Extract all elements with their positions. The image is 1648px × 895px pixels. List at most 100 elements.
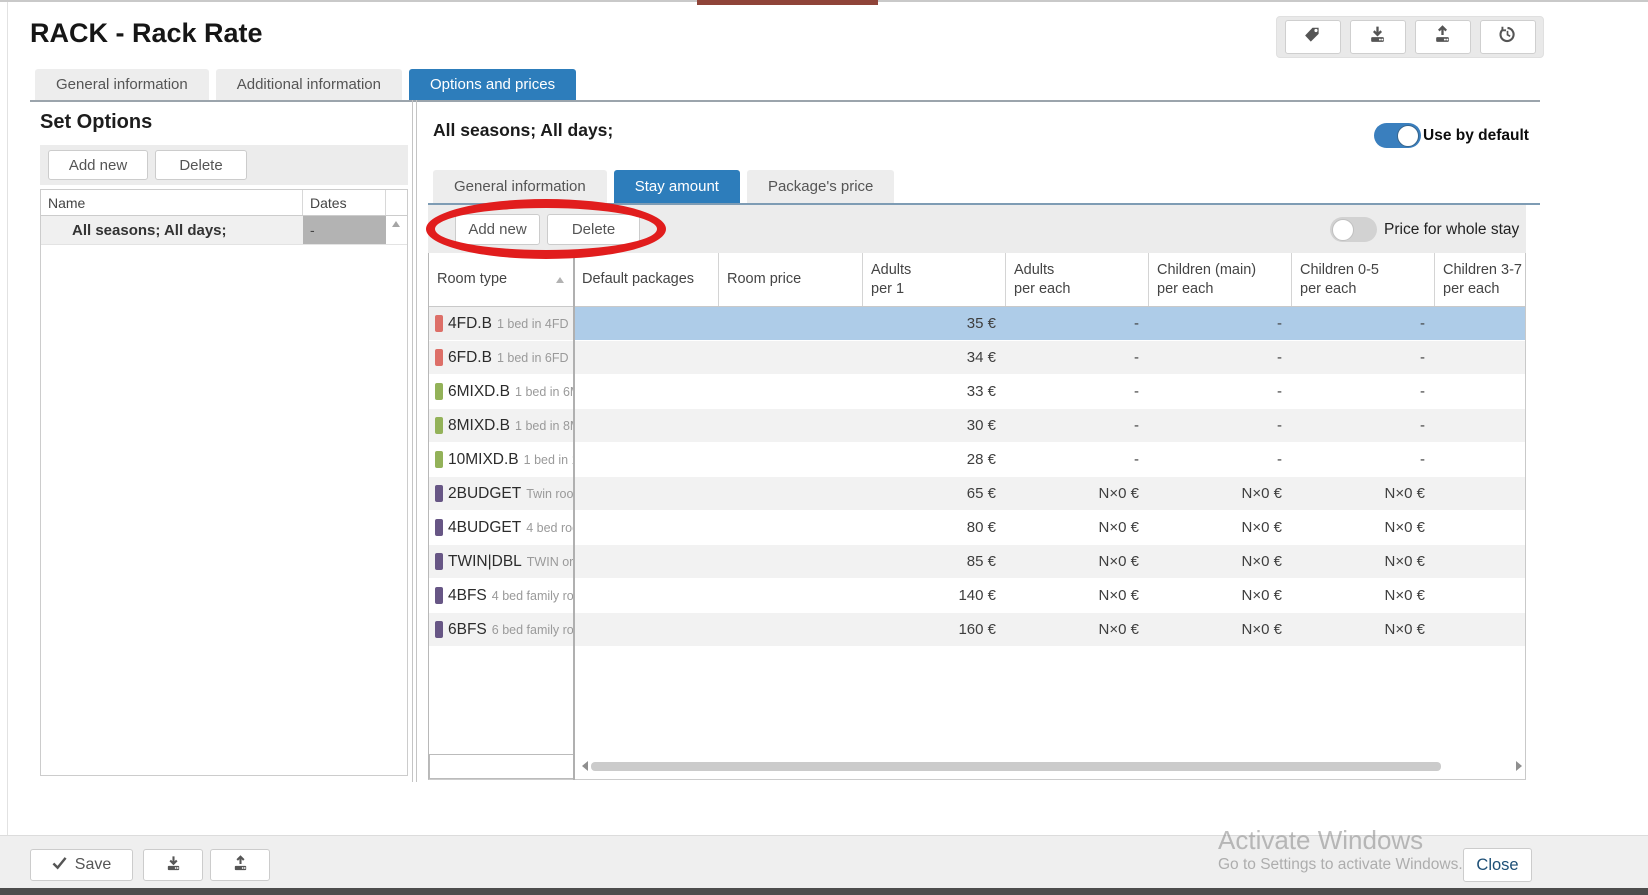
use-by-default-toggle[interactable]	[1374, 123, 1421, 148]
cell-default-packages[interactable]	[574, 579, 719, 612]
cell-children-main-per-each[interactable]: N×0 €	[1149, 545, 1292, 578]
cell-children-3-7-per-each[interactable]	[1435, 341, 1525, 374]
cell-adults-per-each[interactable]: N×0 €	[1006, 613, 1149, 646]
cell-room-price[interactable]	[719, 511, 863, 544]
cell-adults-per-1[interactable]: 35 €	[863, 307, 1006, 340]
cell-room-price[interactable]	[719, 375, 863, 408]
tag-button[interactable]	[1285, 20, 1341, 54]
cell-children-3-7-per-each[interactable]	[1435, 375, 1525, 408]
scroll-up-arrow-icon[interactable]	[386, 216, 405, 244]
cell-adults-per-each[interactable]: -	[1006, 307, 1149, 340]
room-type-cell[interactable]: 4FD.B1 bed in 4FD	[429, 307, 574, 340]
set-option-dates-cell[interactable]: -	[303, 216, 386, 244]
column-header-room-type[interactable]: Room type	[429, 253, 574, 306]
stay-amount-delete-button[interactable]: Delete	[547, 214, 640, 245]
scroll-right-arrow-icon[interactable]	[1516, 761, 1522, 771]
table-row-4bfs[interactable]: 4BFS4 bed family roc140 €N×0 €N×0 €N×0 €	[429, 579, 1525, 613]
cell-children-main-per-each[interactable]: -	[1149, 375, 1292, 408]
cell-adults-per-each[interactable]: N×0 €	[1006, 511, 1149, 544]
cell-default-packages[interactable]	[574, 613, 719, 646]
cell-children-main-per-each[interactable]: -	[1149, 307, 1292, 340]
set-option-name-cell[interactable]: All seasons; All days;	[41, 216, 303, 244]
cell-adults-per-each[interactable]: -	[1006, 409, 1149, 442]
price-whole-stay-toggle[interactable]	[1330, 217, 1377, 242]
cell-default-packages[interactable]	[574, 511, 719, 544]
cell-default-packages[interactable]	[574, 443, 719, 476]
footer-download-button[interactable]	[143, 849, 203, 881]
subtab-general-information[interactable]: General information	[433, 170, 607, 203]
cell-adults-per-each[interactable]: -	[1006, 443, 1149, 476]
table-row-twin-dbl[interactable]: TWIN|DBLTWIN or85 €N×0 €N×0 €N×0 €	[429, 545, 1525, 579]
cell-adults-per-1[interactable]: 65 €	[863, 477, 1006, 510]
cell-adults-per-1[interactable]: 80 €	[863, 511, 1006, 544]
column-header-dates[interactable]: Dates	[303, 190, 386, 215]
cell-room-price[interactable]	[719, 307, 863, 340]
cell-children-0-5-per-each[interactable]: -	[1292, 341, 1435, 374]
column-header-children-3-7[interactable]: Children 3-7per each	[1435, 253, 1525, 306]
table-row-6mixd-b[interactable]: 6MIXD.B1 bed in 6M33 €---	[429, 375, 1525, 409]
column-header-adults[interactable]: Adultsper 1	[863, 253, 1006, 306]
stay-amount-add-new-button[interactable]: Add new	[455, 214, 540, 245]
room-type-cell[interactable]: 8MIXD.B1 bed in 8M	[429, 409, 574, 442]
scroll-left-arrow-icon[interactable]	[582, 761, 588, 771]
cell-room-price[interactable]	[719, 579, 863, 612]
table-row-4budget[interactable]: 4BUDGET4 bed roo80 €N×0 €N×0 €N×0 €	[429, 511, 1525, 545]
cell-adults-per-each[interactable]: N×0 €	[1006, 477, 1149, 510]
cell-children-3-7-per-each[interactable]	[1435, 477, 1525, 510]
cell-children-0-5-per-each[interactable]: N×0 €	[1292, 511, 1435, 544]
cell-default-packages[interactable]	[574, 477, 719, 510]
column-header-adults[interactable]: Adultsper each	[1006, 253, 1149, 306]
room-type-cell[interactable]: 6FD.B1 bed in 6FD	[429, 341, 574, 374]
table-row-10mixd-b[interactable]: 10MIXD.B1 bed in 128 €---	[429, 443, 1525, 477]
cell-default-packages[interactable]	[574, 307, 719, 340]
cell-children-0-5-per-each[interactable]: N×0 €	[1292, 613, 1435, 646]
cell-room-price[interactable]	[719, 545, 863, 578]
cell-children-main-per-each[interactable]: N×0 €	[1149, 477, 1292, 510]
cell-children-0-5-per-each[interactable]: N×0 €	[1292, 477, 1435, 510]
cell-adults-per-each[interactable]: N×0 €	[1006, 545, 1149, 578]
cell-children-0-5-per-each[interactable]: N×0 €	[1292, 545, 1435, 578]
table-row-6bfs[interactable]: 6BFS6 bed family roc160 €N×0 €N×0 €N×0 €	[429, 613, 1525, 647]
cell-children-3-7-per-each[interactable]	[1435, 511, 1525, 544]
cell-room-price[interactable]	[719, 341, 863, 374]
set-options-delete-button[interactable]: Delete	[155, 150, 247, 180]
cell-children-main-per-each[interactable]: -	[1149, 443, 1292, 476]
cell-adults-per-1[interactable]: 28 €	[863, 443, 1006, 476]
download-button[interactable]	[1350, 20, 1406, 54]
set-options-add-new-button[interactable]: Add new	[48, 150, 148, 180]
cell-default-packages[interactable]	[574, 341, 719, 374]
cell-children-3-7-per-each[interactable]	[1435, 545, 1525, 578]
cell-children-0-5-per-each[interactable]: -	[1292, 443, 1435, 476]
scrollbar-thumb[interactable]	[591, 762, 1441, 771]
cell-adults-per-each[interactable]: -	[1006, 341, 1149, 374]
cell-adults-per-each[interactable]: N×0 €	[1006, 579, 1149, 612]
cell-adults-per-1[interactable]: 34 €	[863, 341, 1006, 374]
close-button[interactable]: Close	[1463, 848, 1532, 882]
cell-children-main-per-each[interactable]: -	[1149, 341, 1292, 374]
room-type-cell[interactable]: 6MIXD.B1 bed in 6M	[429, 375, 574, 408]
column-header-children-main[interactable]: Children (main)per each	[1149, 253, 1292, 306]
cell-room-price[interactable]	[719, 613, 863, 646]
cell-children-main-per-each[interactable]: N×0 €	[1149, 613, 1292, 646]
room-type-cell[interactable]: TWIN|DBLTWIN or	[429, 545, 574, 578]
footer-upload-button[interactable]	[210, 849, 270, 881]
cell-children-0-5-per-each[interactable]: N×0 €	[1292, 579, 1435, 612]
cell-adults-per-1[interactable]: 85 €	[863, 545, 1006, 578]
cell-children-main-per-each[interactable]: N×0 €	[1149, 511, 1292, 544]
cell-adults-per-1[interactable]: 30 €	[863, 409, 1006, 442]
room-type-cell[interactable]: 4BFS4 bed family roc	[429, 579, 574, 612]
upload-button[interactable]	[1415, 20, 1471, 54]
set-options-row[interactable]: All seasons; All days;-	[41, 216, 407, 245]
cell-children-main-per-each[interactable]: N×0 €	[1149, 579, 1292, 612]
cell-adults-per-1[interactable]: 160 €	[863, 613, 1006, 646]
cell-children-main-per-each[interactable]: -	[1149, 409, 1292, 442]
room-type-cell[interactable]: 2BUDGETTwin room	[429, 477, 574, 510]
cell-children-3-7-per-each[interactable]	[1435, 443, 1525, 476]
table-row-6fd-b[interactable]: 6FD.B1 bed in 6FD34 €---	[429, 341, 1525, 375]
tab-general-information[interactable]: General information	[35, 69, 209, 100]
cell-room-price[interactable]	[719, 409, 863, 442]
cell-children-3-7-per-each[interactable]	[1435, 613, 1525, 646]
cell-default-packages[interactable]	[574, 409, 719, 442]
room-type-cell[interactable]: 4BUDGET4 bed roo	[429, 511, 574, 544]
table-row-2budget[interactable]: 2BUDGETTwin room65 €N×0 €N×0 €N×0 €	[429, 477, 1525, 511]
